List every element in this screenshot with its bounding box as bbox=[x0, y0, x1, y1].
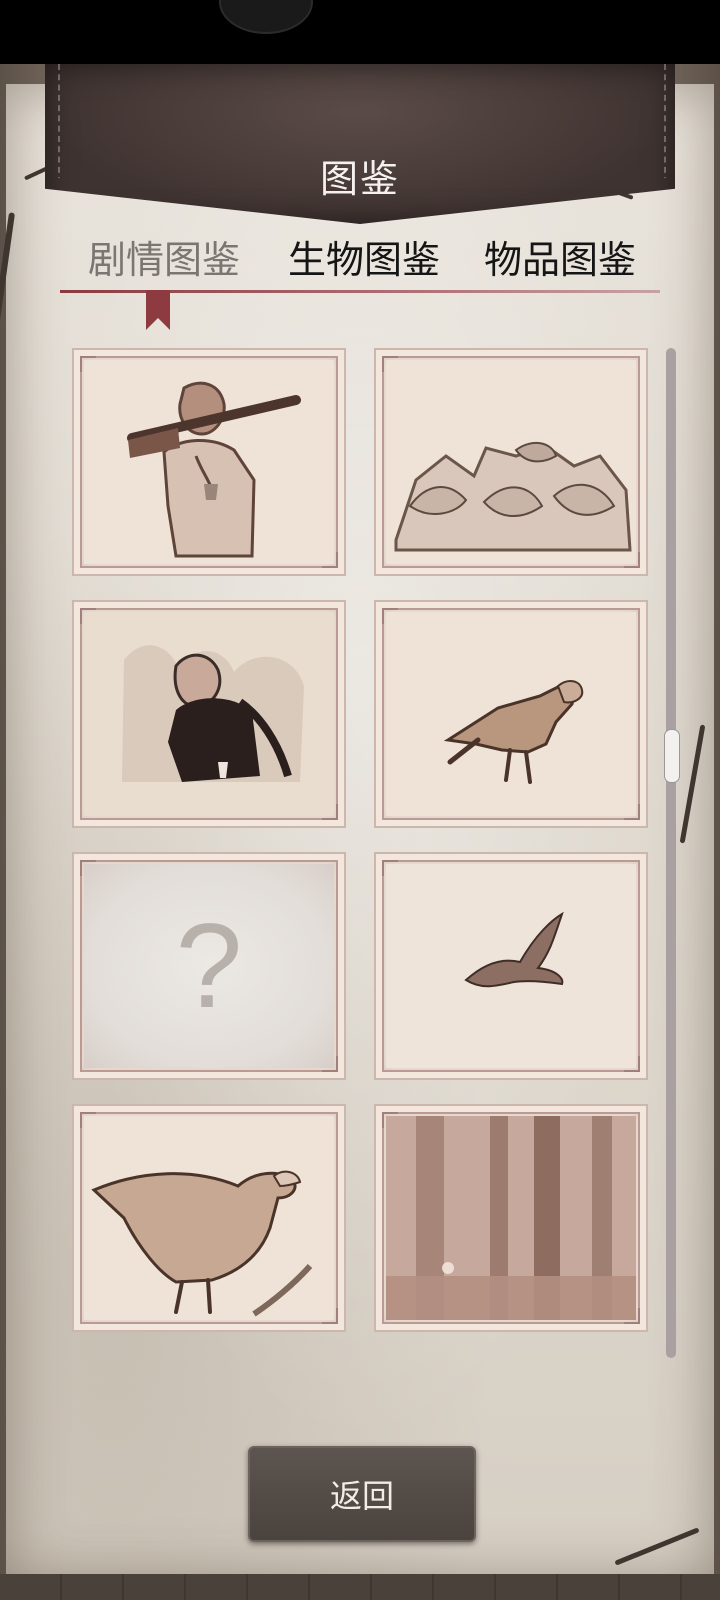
codex-card-vulture[interactable] bbox=[72, 600, 346, 828]
tab-item-codex[interactable]: 物品图鉴 bbox=[484, 229, 636, 284]
eagle-illustration bbox=[84, 1116, 334, 1320]
mascot-icon bbox=[241, 0, 291, 2]
tab-story-codex[interactable]: 剧情图鉴 bbox=[88, 229, 240, 284]
scrollbar-thumb[interactable] bbox=[664, 729, 680, 783]
codex-grid: ? bbox=[72, 348, 652, 1332]
locked-card-art: ? bbox=[84, 864, 334, 1068]
flying-bird-illustration bbox=[386, 864, 636, 1068]
codex-card-forest[interactable] bbox=[374, 1104, 648, 1332]
codex-card-eagle[interactable] bbox=[72, 1104, 346, 1332]
tab-bar: 剧情图鉴 生物图鉴 物品图鉴 bbox=[60, 229, 660, 289]
unknown-question-mark: ? bbox=[175, 899, 243, 1033]
camera-notch bbox=[219, 0, 313, 34]
codex-card-soldier[interactable] bbox=[72, 348, 346, 576]
codex-card-rocks[interactable] bbox=[374, 348, 648, 576]
codex-card-locked[interactable]: ? bbox=[72, 852, 346, 1080]
rocks-illustration bbox=[386, 360, 636, 564]
hawk-illustration bbox=[386, 612, 636, 816]
soldier-illustration bbox=[84, 360, 334, 564]
wood-frame-bottom bbox=[0, 1574, 720, 1600]
codex-screen: 图鉴 剧情图鉴 生物图鉴 物品图鉴 ? 返回 bbox=[0, 64, 720, 1600]
forest-illustration bbox=[386, 1116, 636, 1320]
vulture-illustration bbox=[84, 612, 334, 816]
page-title: 图鉴 bbox=[319, 157, 400, 201]
status-bar bbox=[0, 0, 720, 64]
codex-card-hawk[interactable] bbox=[374, 600, 648, 828]
tab-creature-codex[interactable]: 生物图鉴 bbox=[288, 229, 440, 284]
back-button[interactable]: 返回 bbox=[248, 1446, 476, 1542]
scrollbar-track[interactable] bbox=[666, 348, 676, 1358]
codex-card-flying-bird[interactable] bbox=[374, 852, 648, 1080]
